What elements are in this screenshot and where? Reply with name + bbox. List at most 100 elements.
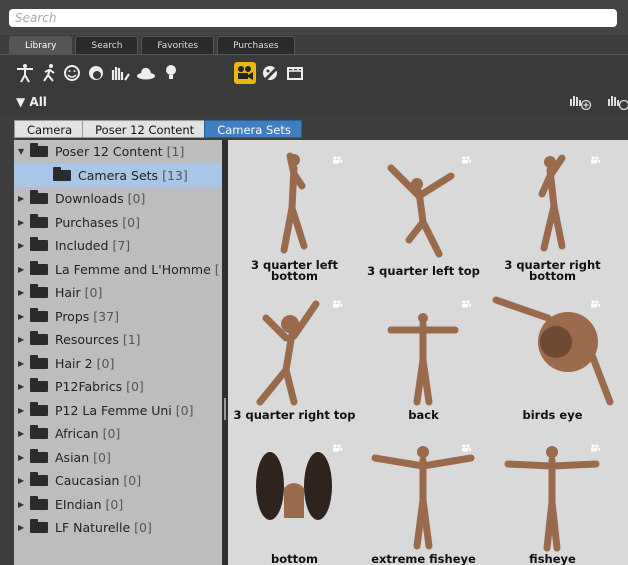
breadcrumb-camera[interactable]: Camera [14, 120, 84, 138]
folder-icon [30, 307, 48, 322]
hair-icon[interactable] [85, 62, 107, 84]
light-icon[interactable] [160, 62, 182, 84]
hand-icon[interactable] [110, 62, 132, 84]
folder-icon [53, 166, 71, 181]
tree-item-label: EIndian [55, 496, 102, 512]
folder-icon [30, 143, 48, 157]
tree-item[interactable]: ▶ La Femme and L'Homme[ [14, 258, 222, 281]
breadcrumb-camera-sets[interactable]: Camera Sets [204, 120, 302, 138]
add-to-library-icon[interactable] [570, 94, 592, 112]
folder-icon [30, 213, 48, 228]
library-item[interactable]: 3 quarter left top [361, 146, 486, 286]
tree-item[interactable]: ▶ Purchases [0] [14, 211, 222, 234]
tree-item-label: Poser 12 Content [55, 144, 163, 159]
collapse-arrow-icon[interactable]: ▶ [18, 523, 30, 532]
tree-item-count: [0] [123, 473, 142, 488]
collapse-arrow-icon[interactable]: ▶ [18, 288, 30, 297]
tree-item-count: [0] [102, 426, 121, 441]
tab-purchases[interactable]: Purchases [217, 36, 295, 54]
tree-item[interactable]: Camera Sets [13] [14, 163, 222, 187]
library-item[interactable]: extreme fisheye [361, 434, 486, 565]
tree-item-label: Downloads [55, 191, 124, 206]
folder-icon [30, 495, 48, 510]
library-item[interactable]: bottom [232, 434, 357, 565]
library-item[interactable]: 3 quarter right bottom [490, 146, 615, 286]
materials-icon[interactable] [260, 62, 282, 84]
tree-item[interactable]: ▶ African [0] [14, 422, 222, 445]
breadcrumb-poser-12-content[interactable]: Poser 12 Content [82, 120, 206, 138]
collapse-arrow-icon[interactable]: ▶ [18, 194, 30, 203]
content-grid: 3 quarter left bottom 3 quarter left top 3… [228, 140, 628, 565]
collapse-arrow-icon[interactable]: ▶ [18, 429, 30, 438]
item-label: bottom [270, 552, 318, 565]
camera-badge-icon [461, 300, 471, 308]
item-label: 3 quarter right bottom [504, 258, 601, 283]
tree-item-count: [ [214, 261, 220, 277]
item-label: 3 quarter right top [233, 408, 356, 422]
item-label: 3 quarter left bottom [250, 258, 339, 283]
item-label: 3 quarter left top [367, 264, 480, 278]
collapse-arrow-icon[interactable]: ▶ [18, 218, 30, 227]
collapse-arrow-icon[interactable]: ▶ [18, 335, 30, 344]
expression-icon[interactable] [61, 62, 83, 84]
collapse-arrow-icon[interactable]: ▶ [18, 241, 30, 250]
tree-item-label: Hair 2 [55, 355, 93, 371]
tab-favorites[interactable]: Favorites [141, 36, 215, 54]
library-item[interactable]: 3 quarter right top [232, 290, 357, 430]
tree-item-label: Props [55, 308, 90, 324]
prop-icon[interactable] [135, 62, 157, 84]
camera-badge-icon [461, 444, 471, 452]
tree-item[interactable]: ▶ EIndian [0] [14, 493, 222, 516]
collapse-arrow-icon[interactable]: ▶ [18, 476, 30, 485]
remove-from-library-icon[interactable] [608, 94, 628, 112]
tree-item-count: [0] [175, 402, 194, 418]
tree-item[interactable]: ▶ Hair [0] [14, 281, 222, 304]
tree-item-label: Camera Sets [78, 167, 159, 183]
tree-item[interactable]: ▶ Asian [0] [14, 446, 222, 469]
library-item[interactable]: birds eye [490, 290, 615, 430]
figure-icon[interactable] [14, 62, 36, 84]
tab-search[interactable]: Search [75, 36, 139, 54]
tree-item-count: [0] [126, 379, 144, 394]
tree-item[interactable]: ▶ P12Fabrics [0] [14, 375, 222, 398]
tree-item[interactable]: ▶ P12 La Femme Uni [0] [14, 399, 222, 422]
scene-icon[interactable] [284, 62, 306, 84]
tree-item[interactable]: ▶ Hair 2 [0] [14, 352, 222, 375]
item-label: extreme fisheye [371, 552, 476, 565]
splitter-grip[interactable] [224, 398, 226, 420]
tree-item[interactable]: ▶ Downloads [0] [14, 187, 222, 210]
collapse-arrow-icon[interactable]: ▶ [18, 500, 30, 509]
tree-item-count: [0] [134, 520, 152, 535]
pose-icon[interactable] [38, 62, 60, 84]
tree-item[interactable]: ▶ Resources [1] [14, 328, 222, 351]
tree-item-count: [37] [93, 308, 119, 324]
tree-item[interactable]: ▶ Props [37] [14, 305, 222, 328]
filter-dropdown[interactable]: ▼ All [16, 95, 47, 109]
tab-library[interactable]: Library [9, 36, 73, 54]
collapse-arrow-icon[interactable]: ▶ [18, 453, 30, 462]
camera-icon[interactable] [234, 62, 256, 84]
tree-item[interactable]: ▼ Poser 12 Content [1] [14, 140, 222, 163]
library-item[interactable]: 3 quarter left bottom [232, 146, 357, 286]
tree-item-label: Resources [55, 332, 119, 347]
camera-badge-icon [332, 300, 342, 308]
expand-arrow-icon[interactable]: ▼ [18, 147, 30, 156]
collapse-arrow-icon[interactable]: ▶ [18, 406, 30, 415]
library-item[interactable]: back [361, 290, 486, 430]
tree-item[interactable]: ▶ Caucasian [0] [14, 469, 222, 492]
search-input[interactable] [9, 9, 617, 27]
filter-label: All [29, 95, 47, 109]
tree-item[interactable]: ▶ Included [7] [14, 234, 222, 257]
collapse-arrow-icon[interactable]: ▶ [18, 312, 30, 321]
folder-icon [30, 260, 48, 275]
folder-icon [30, 472, 48, 486]
camera-badge-icon [590, 156, 600, 164]
tree-item[interactable]: ▶ LF Naturelle [0] [14, 516, 222, 539]
library-item[interactable]: fisheye [490, 434, 615, 565]
tree-item-count: [0] [93, 449, 111, 465]
collapse-arrow-icon[interactable]: ▶ [18, 265, 30, 274]
collapse-arrow-icon[interactable]: ▶ [18, 382, 30, 391]
collapse-arrow-icon[interactable]: ▶ [18, 359, 30, 368]
tree-item-count: [7] [112, 238, 131, 253]
library-tabs: Library Search Favorites Purchases [9, 36, 295, 54]
